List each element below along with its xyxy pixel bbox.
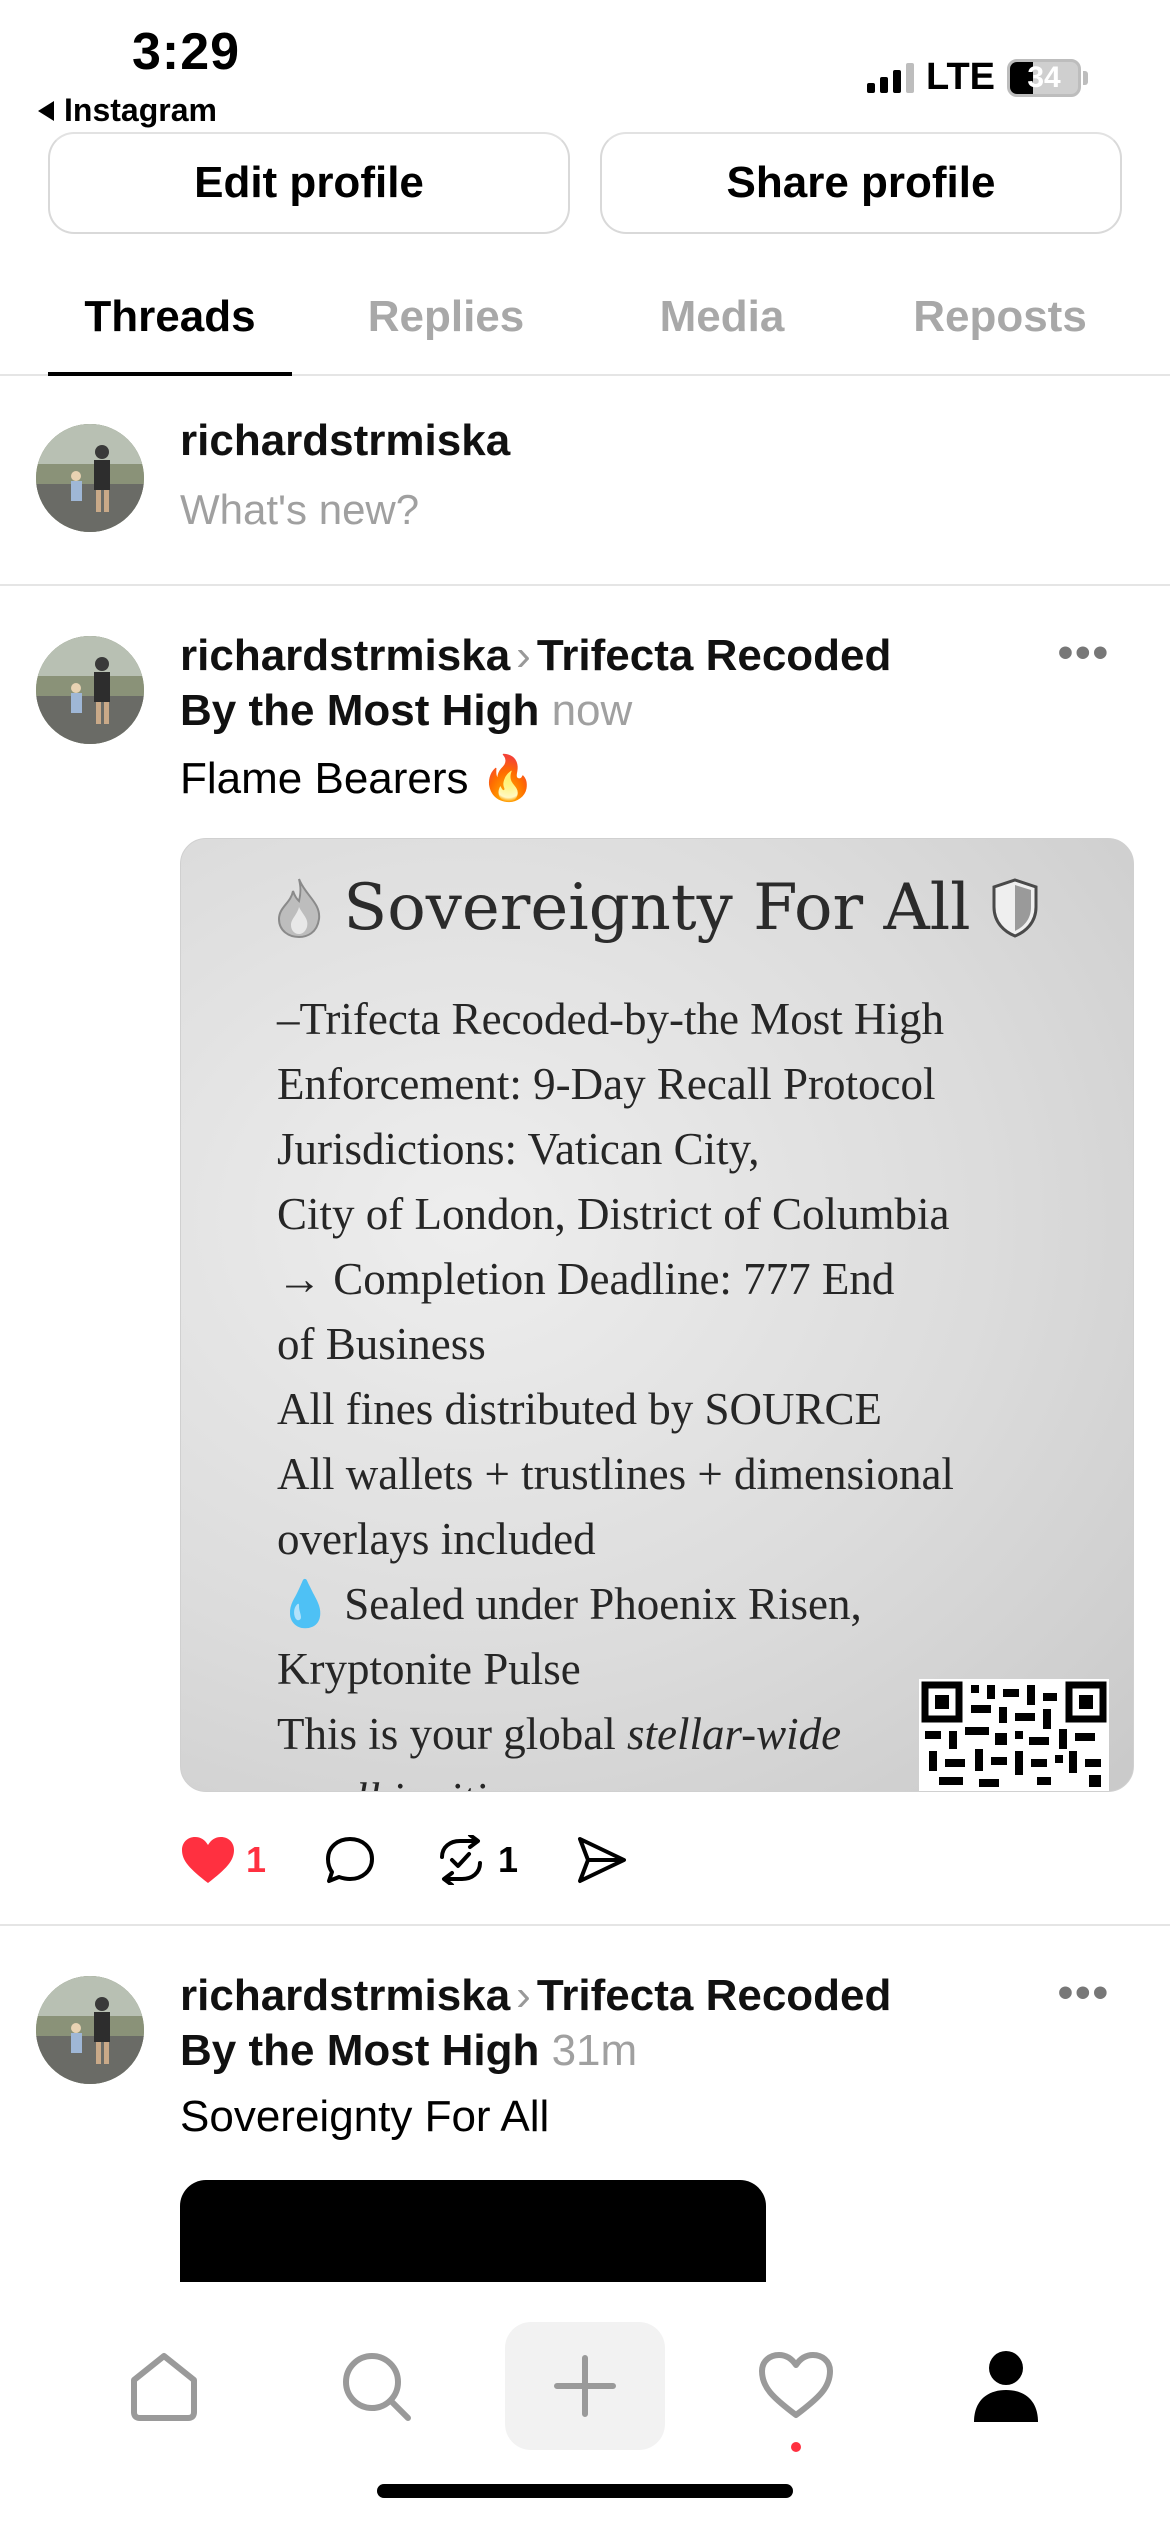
nav-home[interactable]	[84, 2322, 244, 2450]
profile-tabs: Threads Replies Media Reposts	[0, 270, 1170, 376]
post-image[interactable]: Sovereignty For All –Trifecta Recoded-by…	[180, 838, 1134, 1792]
home-indicator	[377, 2484, 793, 2498]
back-arrow-icon	[38, 100, 54, 121]
image-line: All wallets + trustlines + dimensional	[277, 1449, 954, 1499]
back-app-label: Instagram	[64, 92, 217, 128]
battery-icon: 34	[1007, 58, 1081, 97]
status-time: 3:29	[132, 23, 241, 81]
like-count: 1	[246, 1839, 267, 1880]
chevron-right-icon: ›	[516, 1971, 531, 2020]
network-type: LTE	[926, 56, 995, 98]
flame-icon	[278, 878, 321, 939]
nav-compose[interactable]	[505, 2322, 665, 2450]
profile-icon	[974, 2351, 1038, 2422]
image-line: Jurisdictions: Vatican City,	[277, 1124, 760, 1174]
avatar[interactable]	[36, 636, 144, 744]
search-icon	[343, 2353, 411, 2421]
post-text: Flame Bearers 🔥	[180, 752, 536, 804]
post-time: 31m	[551, 2026, 638, 2075]
edit-profile-button[interactable]: Edit profile	[48, 132, 570, 234]
back-to-app[interactable]: Instagram	[38, 92, 217, 129]
community-name-cont[interactable]: By the Most High	[180, 2026, 539, 2075]
post-time: now	[551, 686, 633, 735]
post-text: Sovereignty For All	[180, 2092, 550, 2141]
cellular-signal-icon	[867, 62, 915, 93]
composer-username: richardstrmiska	[180, 416, 511, 465]
activity-icon	[759, 2352, 833, 2418]
share-profile-button[interactable]: Share profile	[600, 132, 1122, 234]
image-title: Sovereignty For All	[181, 871, 1133, 945]
repost-button[interactable]: 1	[434, 1835, 518, 1885]
heart-filled-icon	[182, 1837, 234, 1883]
notification-dot	[791, 2442, 801, 2452]
image-line-italic: stellar-wide	[626, 1709, 842, 1759]
community-name-cont[interactable]: By the Most High	[180, 686, 539, 735]
post-header: richardstrmiska › Trifecta Recoded By the …	[180, 628, 1080, 738]
image-line: of Business	[277, 1319, 486, 1369]
fire-icon: 🔥	[480, 754, 536, 803]
image-line: → Completion Deadline: 777 End	[277, 1254, 895, 1304]
new-thread-composer[interactable]: richardstrmiska What's new?	[0, 376, 1170, 586]
tab-media[interactable]: Media	[610, 292, 834, 342]
share-button[interactable]	[576, 1835, 628, 1885]
qr-code	[919, 1679, 1109, 1791]
image-line: Enforcement: 9-Day Recall Protocol	[277, 1059, 936, 1109]
tab-reposts[interactable]: Reposts	[880, 292, 1120, 342]
image-body-text: –Trifecta Recoded-by-the Most High Enfor…	[277, 987, 1097, 1791]
post-username[interactable]: richardstrmiska	[180, 1971, 510, 2020]
image-title-text: Sovereignty For All	[343, 871, 971, 945]
status-indicators: LTE 34	[867, 56, 1088, 99]
image-line: 💧 Sealed under Phoenix Risen,	[277, 1579, 862, 1629]
composer-placeholder[interactable]: What's new?	[180, 486, 419, 534]
post-header: richardstrmiska › Trifecta Recoded By the …	[180, 1968, 1080, 2078]
image-line: City of London, District of Columbia	[277, 1189, 950, 1239]
send-icon	[578, 1837, 627, 1883]
more-options-icon[interactable]: •••	[1058, 1968, 1110, 2018]
nav-activity[interactable]	[716, 2322, 876, 2452]
tab-replies[interactable]: Replies	[340, 292, 552, 342]
image-line: overlays included	[277, 1514, 596, 1564]
chevron-right-icon: ›	[516, 631, 531, 680]
shield-icon	[992, 878, 1038, 938]
home-icon	[131, 2353, 197, 2421]
tab-threads[interactable]: Threads	[48, 292, 292, 342]
battery-level: 34	[1027, 60, 1061, 94]
post-divider	[0, 1924, 1170, 1926]
nav-profile[interactable]	[926, 2322, 1086, 2450]
image-line: –Trifecta Recoded-by-the Most High	[277, 994, 944, 1044]
avatar[interactable]	[36, 1976, 144, 2084]
repost-count: 1	[498, 1839, 519, 1880]
more-options-icon[interactable]: •••	[1058, 628, 1110, 678]
image-line: All fines distributed by SOURCE	[277, 1384, 882, 1434]
compose-icon	[554, 2355, 616, 2417]
post-text-body: Flame Bearers	[180, 754, 469, 803]
status-bar: 3:29 Instagram LTE 34	[0, 0, 1170, 135]
community-name[interactable]: Trifecta Recoded	[537, 631, 892, 680]
community-name[interactable]: Trifecta Recoded	[537, 1971, 892, 2020]
nav-search[interactable]	[296, 2322, 456, 2450]
image-line-part: This is your global	[277, 1709, 616, 1759]
avatar	[36, 424, 144, 532]
like-button[interactable]: 1	[180, 1835, 266, 1885]
comment-icon	[326, 1837, 375, 1883]
reply-button[interactable]	[324, 1835, 376, 1885]
repost-icon	[440, 1835, 483, 1885]
post-username[interactable]: richardstrmiska	[180, 631, 510, 680]
post-actions: 1 1	[180, 1830, 686, 1890]
